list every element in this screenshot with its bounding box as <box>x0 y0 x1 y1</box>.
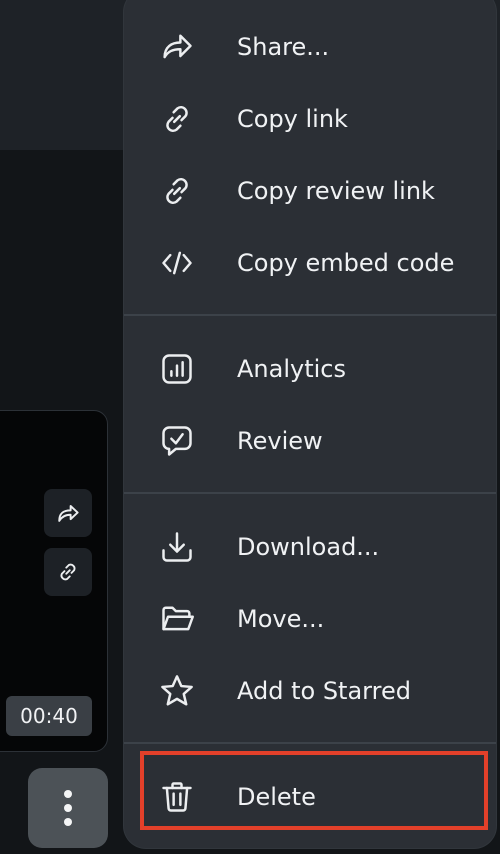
menu-item-label: Copy embed code <box>237 249 455 277</box>
menu-item-label: Move... <box>237 605 325 633</box>
share-icon <box>58 505 79 522</box>
folder-icon <box>157 599 197 639</box>
star-icon <box>157 671 197 711</box>
menu-item-label: Review <box>237 427 323 455</box>
share-icon <box>157 27 197 67</box>
menu-item-label: Share... <box>237 33 330 61</box>
duration-badge: 00:40 <box>6 696 92 736</box>
menu-item-move[interactable]: Move... <box>124 583 496 655</box>
menu-divider <box>124 742 496 744</box>
menu-item-label: Copy link <box>237 105 348 133</box>
menu-item-label: Analytics <box>237 355 346 383</box>
menu-item-share[interactable]: Share... <box>124 11 496 83</box>
menu-divider <box>124 492 496 494</box>
menu-item-copy-link[interactable]: Copy link <box>124 83 496 155</box>
link-icon <box>157 171 197 211</box>
menu-item-analytics[interactable]: Analytics <box>124 333 496 405</box>
menu-item-label: Add to Starred <box>237 677 411 705</box>
trash-icon <box>157 777 197 817</box>
more-vertical-icon <box>64 790 72 826</box>
menu-item-review[interactable]: Review <box>124 405 496 477</box>
menu-item-delete[interactable]: Delete <box>124 761 496 833</box>
menu-item-download[interactable]: Download... <box>124 511 496 583</box>
menu-item-add-to-starred[interactable]: Add to Starred <box>124 655 496 727</box>
card-share-button[interactable] <box>44 489 92 537</box>
analytics-icon <box>157 349 197 389</box>
context-menu: Share... Copy link Copy review link Copy… <box>124 0 496 848</box>
link-icon <box>60 563 76 581</box>
menu-item-copy-review-link[interactable]: Copy review link <box>124 155 496 227</box>
menu-divider <box>124 314 496 316</box>
link-icon <box>157 99 197 139</box>
menu-item-label: Download... <box>237 533 380 561</box>
review-icon <box>157 421 197 461</box>
code-icon <box>157 243 197 283</box>
download-icon <box>157 527 197 567</box>
more-options-button[interactable] <box>28 768 108 848</box>
menu-item-label: Copy review link <box>237 177 435 205</box>
card-copy-link-button[interactable] <box>44 548 92 596</box>
menu-item-copy-embed-code[interactable]: Copy embed code <box>124 227 496 299</box>
menu-item-label: Delete <box>237 783 316 811</box>
